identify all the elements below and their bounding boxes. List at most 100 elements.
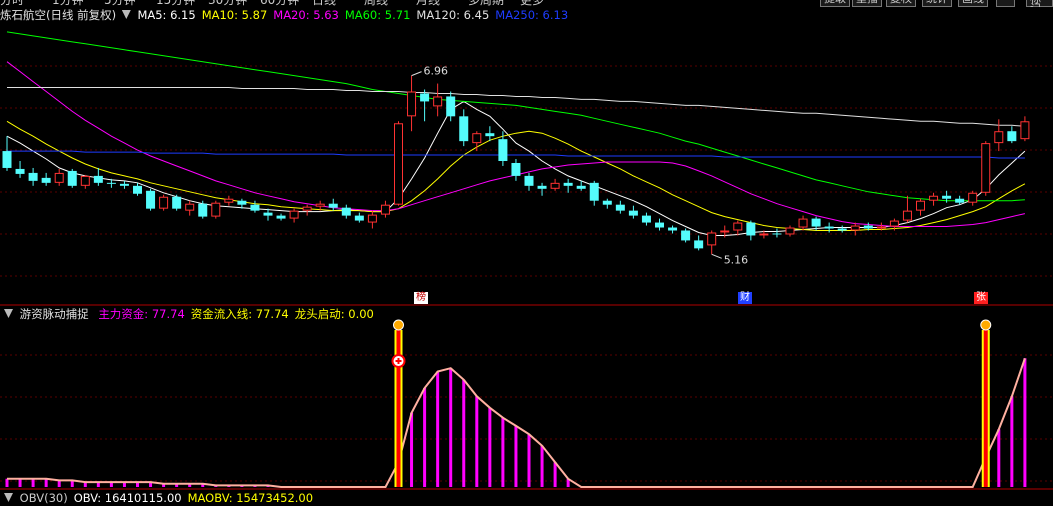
candle-body xyxy=(172,196,182,209)
low-price-label: 5.16 xyxy=(724,253,749,266)
candle-body xyxy=(681,230,691,241)
toolbar-button[interactable]: 重播 xyxy=(852,0,882,7)
candle-body xyxy=(694,240,704,249)
candle-body xyxy=(955,198,965,203)
candle-body xyxy=(133,185,142,194)
period-tab[interactable]: 多周期 xyxy=(468,0,504,7)
candle-body xyxy=(2,151,12,168)
stock-title: 炼石航空(日线 前复权) xyxy=(0,8,117,22)
indicator-title: 游资脉动捕捉 xyxy=(19,307,89,321)
marker-zhang[interactable]: 张 xyxy=(974,292,988,304)
obv-toggle-icon[interactable] xyxy=(4,493,13,502)
candle-body xyxy=(759,233,769,236)
money-bag-icon xyxy=(980,319,992,331)
candle-body xyxy=(850,225,860,231)
candle-body xyxy=(615,204,625,211)
candle-body xyxy=(707,232,717,246)
candle-body xyxy=(289,210,299,219)
obv-legend-item: MAOBV: 15473452.00 xyxy=(187,491,314,505)
candle-body xyxy=(994,131,1004,144)
toolbar-button[interactable]: 统计 xyxy=(922,0,952,7)
period-tab[interactable]: 分时 xyxy=(0,0,24,7)
candle-body xyxy=(433,96,443,107)
period-tab[interactable]: 更多 xyxy=(520,0,544,7)
candle-body xyxy=(1020,121,1030,140)
candle-body xyxy=(968,192,978,203)
toolbar-button[interactable]: 一 xyxy=(996,0,1015,7)
candle-body xyxy=(407,91,417,117)
ma-legend-item: MA10: 5.87 xyxy=(201,8,268,22)
candle-body xyxy=(328,203,338,208)
candle xyxy=(981,141,991,196)
candle xyxy=(681,228,691,243)
period-toolbar: 分时 1分钟 5分钟 15分钟 30分钟 60分钟 日线 周线 月线 多周期 更多 提取重播复权统计… xyxy=(0,0,1053,7)
candle xyxy=(67,168,77,188)
candle-body xyxy=(367,214,377,223)
candle-body xyxy=(1007,131,1017,142)
candle-body xyxy=(550,182,560,189)
marker-cai[interactable]: 财 xyxy=(738,292,752,304)
period-tab[interactable]: 1分钟 xyxy=(52,0,84,7)
candle-body xyxy=(380,204,390,215)
candle-body xyxy=(67,170,77,186)
candle-body xyxy=(916,200,925,211)
candle-body xyxy=(876,226,886,229)
toolbar-button[interactable]: 提取 xyxy=(820,0,850,7)
ma-legend-item: MA5: 6.15 xyxy=(137,8,196,22)
candle-body xyxy=(119,183,129,186)
candle-body xyxy=(250,204,260,211)
period-tab[interactable]: 30分钟 xyxy=(208,0,247,7)
candle-body xyxy=(80,175,90,186)
candle-body xyxy=(498,139,508,161)
candle-body xyxy=(902,210,912,221)
marker-bang[interactable]: 榜 xyxy=(414,292,428,304)
candle-body xyxy=(602,200,612,205)
period-tab[interactable]: 60分钟 xyxy=(260,0,299,7)
obv-header: OBV(30) OBV: 16410115.00 MAOBV: 15473452.0… xyxy=(0,490,325,506)
period-tab[interactable]: 15分钟 xyxy=(156,0,195,7)
candle-body xyxy=(394,123,403,205)
period-tab[interactable]: 周线 xyxy=(364,0,388,7)
indicator-toggle-icon[interactable] xyxy=(4,309,13,318)
candle-body xyxy=(981,143,991,193)
candle-body xyxy=(863,225,873,229)
toolbar-button[interactable]: 标记 xyxy=(1026,0,1053,7)
candle-body xyxy=(263,212,273,216)
indicator-legend-item: 主力资金: 77.74 xyxy=(98,307,185,321)
ma-toggle-icon[interactable] xyxy=(121,10,131,19)
candle-body xyxy=(198,203,208,217)
candle-body xyxy=(146,190,156,209)
period-tab[interactable]: 月线 xyxy=(416,0,440,7)
toolbar-button[interactable]: 画线 xyxy=(958,0,988,7)
indicator-legend-item: 资金流入线: 77.74 xyxy=(190,307,289,321)
ma-legend-item: MA250: 6.13 xyxy=(495,8,569,22)
candle-body xyxy=(54,172,64,183)
candle-body xyxy=(889,220,899,227)
leader-start-bar xyxy=(396,330,401,487)
candle-body xyxy=(641,215,651,223)
period-tab[interactable]: 5分钟 xyxy=(104,0,136,7)
candle-body xyxy=(563,182,573,186)
candle-body xyxy=(785,227,795,235)
ma-legend-item: MA120: 6.45 xyxy=(416,8,490,22)
candle-body xyxy=(354,215,364,221)
money-bag-icon xyxy=(393,319,404,331)
grid xyxy=(0,0,1053,500)
candle-body xyxy=(472,133,482,144)
period-tab[interactable]: 日线 xyxy=(312,0,336,7)
candle-body xyxy=(798,218,808,228)
candle xyxy=(159,194,169,211)
candle-body xyxy=(655,222,664,228)
candle-body xyxy=(224,198,234,203)
candle-body xyxy=(511,162,521,176)
candle xyxy=(394,121,403,206)
candle xyxy=(172,194,182,211)
indicator-legend-item: 龙头启动: 0.00 xyxy=(294,307,374,321)
main-chart-header: 炼石航空(日线 前复权) MA5: 6.15 MA10: 5.87 MA20: 5.… xyxy=(0,7,580,23)
stock-chart[interactable]: 6.96 5.16 xyxy=(0,0,1053,500)
high-price-label: 6.96 xyxy=(424,65,449,78)
candle-body xyxy=(589,182,599,201)
candle-body xyxy=(942,195,952,199)
toolbar-button[interactable]: 复权 xyxy=(886,0,916,7)
candle-body xyxy=(106,182,116,184)
